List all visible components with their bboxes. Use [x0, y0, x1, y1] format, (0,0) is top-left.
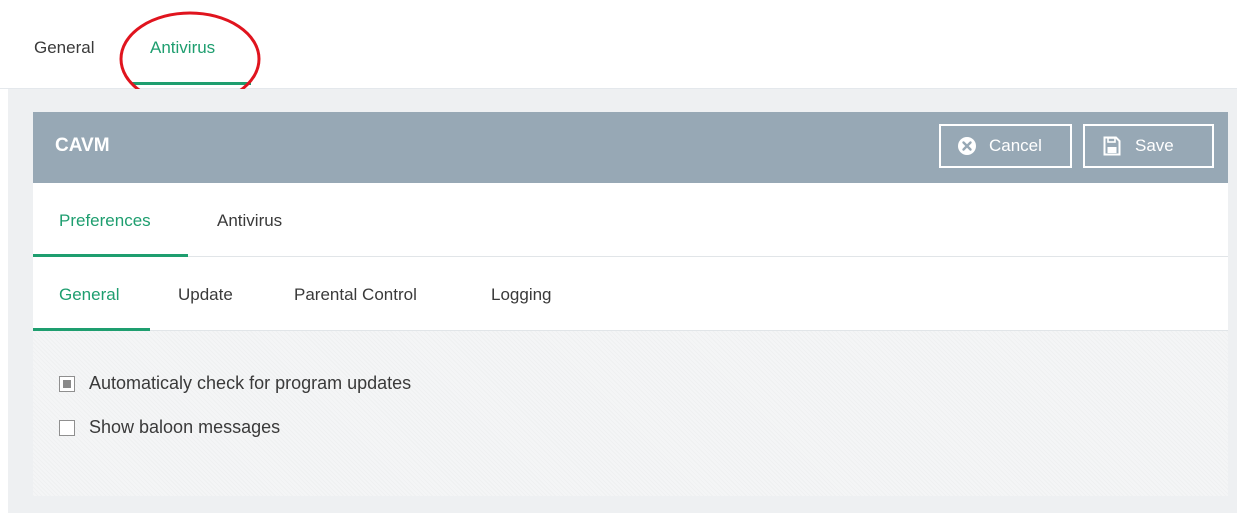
- top-tab-bar: General Antivirus: [0, 0, 1237, 107]
- active-tab-indicator: [131, 82, 251, 85]
- tab-preferences[interactable]: Preferences: [59, 211, 151, 231]
- panel-header: CAVM Cancel Save: [33, 112, 1228, 183]
- subtab-parental-control[interactable]: Parental Control: [294, 285, 417, 305]
- preferences-subtab-bar: General Update Parental Control Logging: [33, 257, 1228, 331]
- cancel-button[interactable]: Cancel: [939, 124, 1072, 168]
- tab-general[interactable]: General: [34, 38, 94, 58]
- subtab-general[interactable]: General: [59, 285, 119, 305]
- cancel-label: Cancel: [989, 136, 1042, 155]
- auto-update-option[interactable]: Automaticaly check for program updates: [59, 373, 411, 394]
- auto-update-checkbox[interactable]: [59, 375, 75, 392]
- save-button[interactable]: Save: [1083, 124, 1214, 168]
- balloon-messages-checkbox[interactable]: [59, 419, 75, 436]
- floppy-disk-icon: [1103, 136, 1121, 156]
- subtab-logging[interactable]: Logging: [491, 285, 552, 305]
- balloon-messages-label: Show baloon messages: [89, 417, 281, 437]
- cavm-panel: CAVM Cancel Save Preferences Antivirus G…: [33, 112, 1228, 496]
- subtab-update[interactable]: Update: [178, 285, 233, 305]
- tab-antivirus[interactable]: Antivirus: [150, 38, 215, 58]
- general-settings-content: Automaticaly check for program updates S…: [33, 331, 1228, 496]
- panel-title: CAVM: [55, 135, 110, 156]
- auto-update-label: Automaticaly check for program updates: [89, 373, 412, 393]
- profile-tab-bar: Preferences Antivirus: [33, 183, 1228, 257]
- balloon-messages-option[interactable]: Show baloon messages: [59, 417, 280, 438]
- x-circle-icon: [958, 137, 976, 155]
- tab-antivirus-section[interactable]: Antivirus: [217, 211, 282, 231]
- save-label: Save: [1135, 136, 1174, 155]
